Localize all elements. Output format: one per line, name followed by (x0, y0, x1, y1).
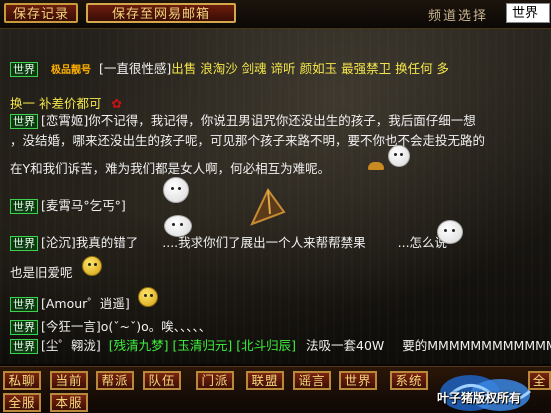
chat-message: 世界 [今狂一言]o(ˇ~ˇ)o。唉、、、、、 (10, 316, 211, 335)
channel-tag: 世界 (10, 62, 38, 77)
channel-world-button[interactable]: 世界 (339, 371, 377, 390)
message-text: ，没结婚，哪来还没出生的孩子呢，可见那个孩子来路不明，要不你也不会走投无路的 (10, 133, 486, 148)
channel-system-button[interactable]: 系统 (390, 371, 428, 390)
channel-select[interactable]: 世界 (506, 3, 550, 23)
channel-select-label: 频道选择 (428, 9, 489, 24)
message-text: 出售 浪淘沙 剑魂 谛听 颜如玉 最强禁卫 换任何 多 (171, 61, 450, 76)
snail-emoticon-icon (368, 162, 384, 170)
channel-team-button[interactable]: 队伍 (143, 371, 181, 390)
premium-id-badge: 极品靓号 (50, 65, 91, 76)
ghost-emoticon-icon (163, 177, 189, 203)
channel-tag: 世界 (10, 339, 38, 354)
channel-sect-button[interactable]: 门派 (196, 371, 234, 390)
chat-message: 世界 [沦沉]我真的错了 ....我求你们了展出一个人来帮帮禁果 ...怎么说 (10, 232, 447, 251)
chat-message: 世界 [Amour゜逍遥] (10, 293, 130, 312)
channel-bar: 私聊 当前 帮派 队伍 门派 联盟 谣言 世界 系统 全 全服 本服 叶子猪版权… (0, 366, 551, 413)
chat-message: 世界 极品靓号 [一直很性感]出售 浪淘沙 剑魂 谛听 颜如玉 最强禁卫 换任何… (10, 58, 449, 77)
chat-message: 世界 [尘゜翱泷] [残清九梦] [玉清归元] [北斗归辰] 法吸一套40W 要的… (10, 335, 551, 354)
sender-name[interactable]: [麦霄马°乞丐°] (41, 198, 126, 213)
channel-rumor-button[interactable]: 谣言 (293, 371, 331, 390)
ghost-emoticon-icon (388, 145, 410, 167)
channel-tag: 世界 (10, 236, 38, 251)
channel-this-server-button[interactable]: 本服 (50, 393, 88, 412)
channel-tag: 世界 (10, 199, 38, 214)
copyright-text: 叶子猪版权所有 (437, 391, 522, 405)
chat-message: 世界 [恋霄姬]你不记得，我记得，你说丑男诅咒你还没出生的孩子，我后面仔细一想 (10, 110, 476, 129)
sender-name[interactable]: [沦沉]我真的错了 (41, 235, 138, 250)
linked-item[interactable]: [玉清归元] (173, 338, 233, 353)
message-text: [今狂一言]o(ˇ~ˇ)o。唉、、、、、 (41, 319, 212, 334)
channel-tag: 世界 (10, 320, 38, 335)
channel-alliance-button[interactable]: 联盟 (246, 371, 284, 390)
sender-name[interactable]: [Amour゜逍遥] (41, 296, 130, 311)
sender-name[interactable]: [一直很性感] (99, 61, 171, 76)
linked-item[interactable]: [北斗归辰] (236, 338, 296, 353)
smiley-emoticon-icon (82, 256, 102, 276)
smiley-emoticon-icon (138, 287, 158, 307)
message-text: 要的MMMMMMMMMMMMMM (402, 338, 551, 353)
chat-message-continuation: ，没结婚，哪来还没出生的孩子呢，可见那个孩子来路不明，要不你也不会走投无路的 (10, 130, 485, 149)
channel-guild-button[interactable]: 帮派 (96, 371, 134, 390)
chat-toolbar: 保存记录 保存至网易邮箱 频道选择 世界 (0, 0, 551, 29)
channel-tag: 世界 (10, 297, 38, 312)
chat-window: 保存记录 保存至网易邮箱 频道选择 世界 世界 极品靓号 [一直很性感]出售 浪… (0, 0, 551, 413)
sad-ghost-emoticon-icon (437, 220, 463, 244)
sender-name[interactable]: [尘゜翱泷] (41, 338, 101, 353)
message-text: [恋霄姬]你不记得，我记得，你说丑男诅咒你还没出生的孩子，我后面仔细一想 (41, 113, 476, 128)
message-text: 换一 补差价都可 (10, 96, 102, 111)
channel-all-server-button[interactable]: 全服 (3, 393, 41, 412)
chat-message-continuation: 也是旧爱呢 (10, 262, 73, 281)
message-text: ....我求你们了展出一个人来帮帮禁果 (162, 235, 366, 250)
channel-current-button[interactable]: 当前 (50, 371, 88, 390)
fan-blade-icon (250, 188, 286, 226)
message-text: 法吸一套40W (306, 338, 385, 353)
chat-log[interactable]: 世界 极品靓号 [一直很性感]出售 浪淘沙 剑魂 谛听 颜如玉 最强禁卫 换任何… (0, 29, 551, 364)
channel-private-button[interactable]: 私聊 (3, 371, 41, 390)
message-text: 在Y和我们诉苦，难为我们都是女人啊，何必相互为难呢。 (10, 161, 331, 176)
message-text: 也是旧爱呢 (10, 265, 73, 280)
linked-item[interactable]: [残清九梦] (109, 338, 169, 353)
rose-icon: ✿ (111, 96, 122, 111)
chat-message: 世界 [麦霄马°乞丐°] (10, 195, 126, 214)
chat-message-continuation: 在Y和我们诉苦，难为我们都是女人啊，何必相互为难呢。 (10, 158, 330, 177)
save-to-mail-button[interactable]: 保存至网易邮箱 (86, 3, 236, 23)
channel-tag: 世界 (10, 114, 38, 129)
save-log-button[interactable]: 保存记录 (4, 3, 78, 23)
